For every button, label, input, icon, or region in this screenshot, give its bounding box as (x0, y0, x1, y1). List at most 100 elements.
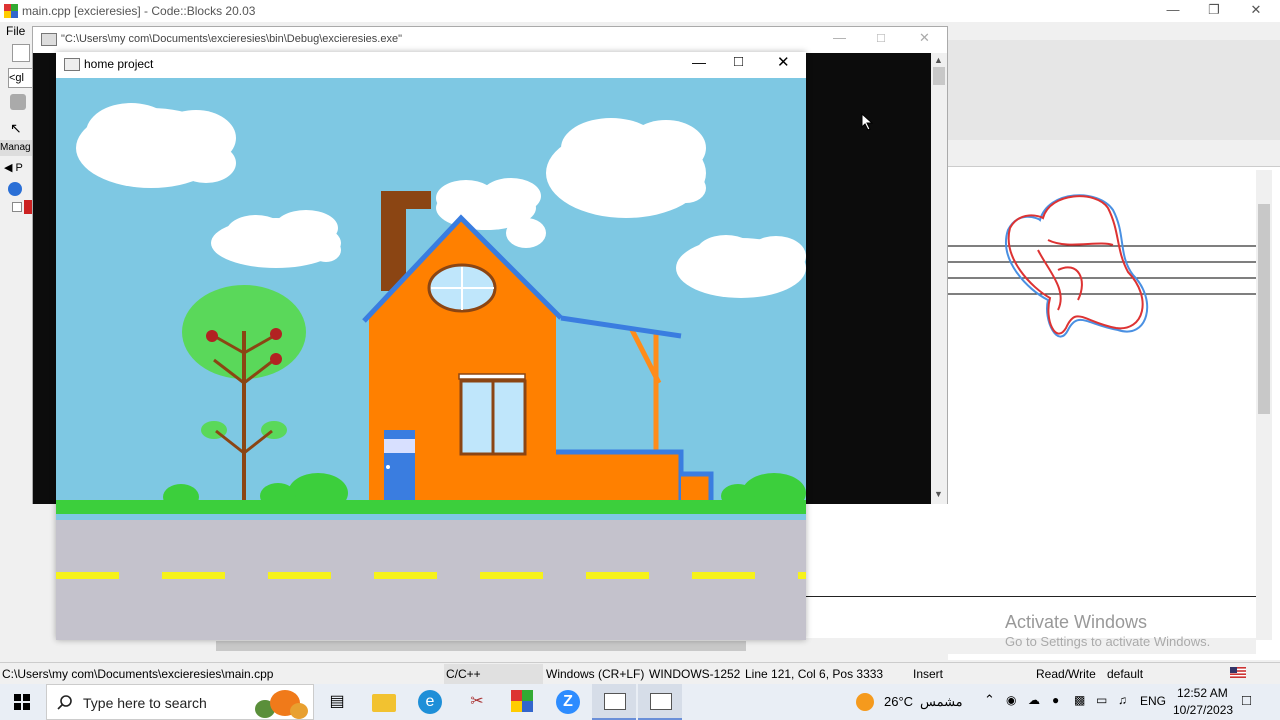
console-titlebar: "C:\Users\my com\Documents\excieresies\b… (33, 27, 947, 51)
home-minimize-icon[interactable]: — (692, 54, 706, 70)
home-taskbar-icon (650, 693, 672, 710)
chimney (381, 191, 406, 291)
build-icon[interactable] (10, 94, 26, 110)
restore-icon[interactable]: ❐ (1204, 2, 1224, 18)
projects-tab[interactable]: ◀ P (0, 160, 32, 176)
console-maximize-icon[interactable]: □ (877, 30, 885, 45)
lane-dash (692, 572, 755, 579)
lane-dash (56, 572, 119, 579)
file-explorer-icon[interactable] (372, 694, 396, 712)
taskbar: Type here to search ▤ e ✂ Z 26°C مشمس ⌃ … (0, 684, 1280, 720)
new-file-icon[interactable] (12, 44, 30, 62)
meet-now-icon[interactable]: ◉ (1006, 693, 1016, 707)
close-icon[interactable]: ✕ (1246, 2, 1266, 18)
cloud (76, 103, 236, 188)
toolbar-background (948, 40, 1280, 140)
home-taskbar-button[interactable] (638, 684, 682, 720)
onedrive-icon[interactable]: ☁ (1028, 693, 1040, 707)
volume-icon[interactable]: ♫ (1118, 693, 1127, 707)
editor-hscroll-thumb[interactable] (216, 641, 746, 651)
lane-dash (268, 572, 331, 579)
edge-browser-icon[interactable]: e (418, 690, 442, 714)
status-file-path: C:\Users\my com\Documents\excieresies\ma… (2, 667, 274, 681)
zoom-app-icon[interactable]: Z (556, 690, 580, 714)
network-icon[interactable]: ▩ (1074, 693, 1085, 707)
tree-expander-icon[interactable] (12, 202, 22, 212)
status-access: Read/Write (1036, 667, 1096, 681)
lane-dash (798, 572, 806, 579)
home-window-title: home project (84, 57, 154, 71)
status-line-ending: Windows (CR+LF) (546, 667, 645, 681)
home-titlebar: home project — □ ✕ (56, 52, 806, 78)
status-bar: C:\Users\my com\Documents\excieresies\ma… (0, 662, 1280, 685)
console-vscrollbar[interactable]: ▲ ▼ (931, 53, 947, 504)
console-taskbar-button[interactable] (592, 684, 636, 720)
console-taskbar-icon (604, 693, 626, 710)
input-language[interactable]: ENG (1140, 694, 1166, 708)
task-view-icon[interactable]: ▤ (325, 690, 349, 714)
road (56, 520, 806, 640)
cloud (546, 118, 706, 218)
status-profile: default (1107, 667, 1144, 681)
weather-condition[interactable]: مشمس (920, 694, 963, 710)
minimize-icon[interactable]: — (1163, 2, 1183, 18)
pumpkin-icon (255, 690, 308, 719)
codeblocks-taskbar-icon[interactable] (510, 690, 534, 714)
cursor-tool-icon[interactable]: ↖ (10, 120, 26, 136)
grass (56, 500, 806, 514)
search-icon (57, 695, 72, 710)
taskbar-search-box[interactable]: Type here to search (46, 684, 314, 720)
menu-file[interactable]: File (6, 24, 25, 38)
console-vscroll-thumb[interactable] (933, 67, 945, 85)
status-language: C/C++ (444, 664, 543, 684)
clock-time[interactable]: 12:52 AM (1177, 686, 1228, 700)
editor-divider (806, 596, 1256, 597)
mouse-cursor-icon (861, 113, 874, 131)
us-flag-icon (1230, 667, 1246, 678)
snipping-tool-icon[interactable]: ✂ (465, 690, 489, 714)
lane-dash (374, 572, 437, 579)
console-close-icon[interactable]: ✕ (919, 30, 930, 46)
activate-windows-subtitle: Go to Settings to activate Windows. (1005, 634, 1211, 649)
lane-dash (586, 572, 649, 579)
left-toolbar-area: <gl ↖ Manag ◀ P (0, 40, 34, 660)
activate-windows-title: Activate Windows (1005, 612, 1148, 632)
microphone-icon[interactable]: ● (1052, 693, 1059, 707)
status-position: Line 121, Col 6, Pos 3333 (745, 667, 884, 681)
home-maximize-icon[interactable]: □ (734, 53, 743, 70)
codeblocks-titlebar: main.cpp [excieresies] - Code::Blocks 20… (0, 0, 1280, 22)
weather-temperature[interactable]: 26°C (884, 694, 913, 709)
windows-start-icon[interactable] (14, 694, 30, 710)
house-extension (556, 452, 681, 500)
lane-markings (56, 572, 806, 579)
codeblocks-app-icon (4, 4, 18, 18)
door-knob (386, 465, 390, 469)
clock-date[interactable]: 10/27/2023 (1173, 703, 1233, 717)
status-mode: Insert (913, 667, 944, 681)
console-title: "C:\Users\my com\Documents\excieresies\b… (61, 33, 402, 45)
console-minimize-icon[interactable]: — (833, 30, 846, 45)
weather-sun-icon[interactable] (856, 693, 874, 711)
editor-sketch (948, 194, 1256, 338)
scroll-up-icon[interactable]: ▲ (934, 55, 943, 65)
editor-vscroll-thumb[interactable] (1258, 204, 1270, 414)
workspace-icon[interactable] (8, 182, 22, 196)
lane-dash (480, 572, 543, 579)
notification-center-icon[interactable]: □ (1242, 692, 1251, 709)
window-title: main.cpp [excieresies] - Code::Blocks 20… (22, 4, 256, 18)
home-project-window[interactable]: home project — □ ✕ (56, 52, 806, 640)
grass-edge (56, 514, 806, 520)
scroll-down-icon[interactable]: ▼ (934, 489, 943, 499)
management-tab[interactable]: Manag (0, 140, 32, 156)
project-icon[interactable] (24, 200, 32, 214)
home-close-icon[interactable]: ✕ (777, 53, 790, 71)
display-icon[interactable]: ▭ (1096, 693, 1107, 707)
home-app-icon (64, 58, 80, 71)
window-header (458, 373, 526, 380)
door-glass (384, 439, 415, 453)
scope-combo[interactable]: <gl (8, 68, 34, 88)
show-hidden-icons-icon[interactable]: ⌃ (984, 692, 995, 708)
lane-dash (162, 572, 225, 579)
editor-vscrollbar[interactable] (1256, 170, 1272, 640)
scene-canvas (56, 78, 806, 640)
